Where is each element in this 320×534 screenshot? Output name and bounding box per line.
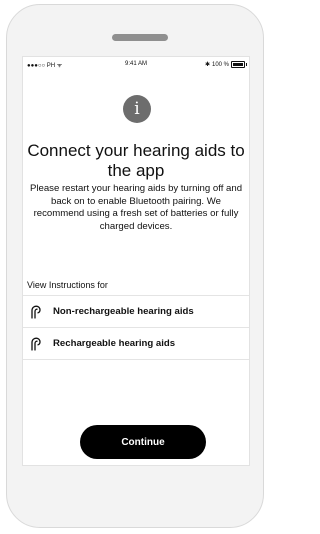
list-item-label: Rechargeable hearing aids [53,338,176,349]
app-screen: ●●●○○ PH ᯤ 9:41 AM ✱ 100 % i Connect you… [22,56,250,466]
status-bar: ●●●○○ PH ᯤ 9:41 AM ✱ 100 % [23,57,249,71]
list-item-rechargeable[interactable]: Rechargeable hearing aids [23,328,249,360]
battery-icon [231,61,247,68]
hearing-aid-icon [31,337,41,351]
bluetooth-icon: ✱ [204,62,210,68]
status-right: ✱ 100 % [204,61,247,68]
list-item-label: Non-rechargeable hearing aids [53,306,194,317]
page-title: Connect your hearing aids to the app [27,141,245,180]
phone-speaker [112,34,168,41]
hearing-aid-icon [31,305,41,319]
instructions-list: Non-rechargeable hearing aids Rechargeab… [23,295,249,360]
list-item-non-rechargeable[interactable]: Non-rechargeable hearing aids [23,296,249,328]
continue-button[interactable]: Continue [80,425,206,459]
info-icon: i [123,95,151,123]
section-label: View Instructions for [27,280,108,290]
battery-percent: 100 % [211,61,229,68]
instructions-text: Please restart your hearing aids by turn… [29,183,243,232]
